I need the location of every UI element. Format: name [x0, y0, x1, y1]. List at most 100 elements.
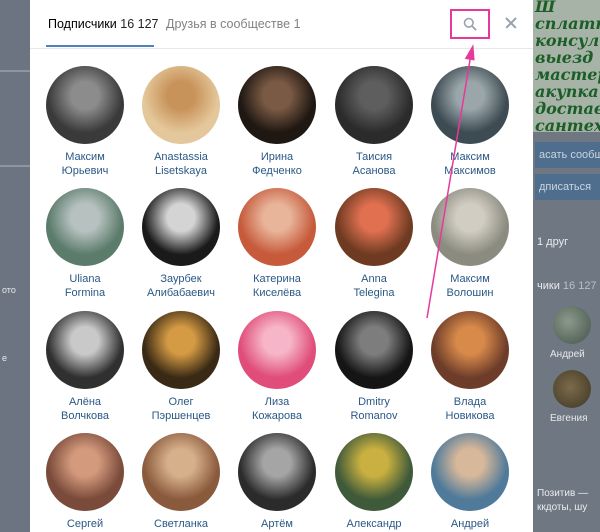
follower-first-name: Сергей — [66, 518, 104, 530]
follower-card[interactable]: Максим Максимов — [422, 66, 518, 178]
follower-first-name: Максим — [450, 151, 490, 163]
follower-name[interactable]: Андрей — [422, 517, 518, 531]
background-left-text: е — [2, 353, 8, 363]
follower-card[interactable]: Олег Пэршенцев — [133, 311, 229, 423]
follower-name[interactable]: Александр — [326, 517, 422, 531]
follower-first-name: Андрей — [450, 518, 490, 530]
follower-name[interactable]: Dmitry Romanov — [326, 395, 422, 423]
follower-first-name: Олег — [168, 396, 194, 408]
follower-name[interactable]: Максим Юрьевич — [37, 150, 133, 178]
follower-last-name: Romanov — [350, 410, 398, 422]
avatar[interactable] — [553, 306, 591, 344]
follower-card[interactable]: Ирина Федченко — [229, 66, 325, 178]
follower-last-name: Кожарова — [252, 410, 302, 422]
follower-name[interactable]: Uliana Formina — [37, 272, 133, 300]
follower-name[interactable]: Ирина Федченко — [229, 150, 325, 178]
follower-name[interactable]: Сергей — [37, 517, 133, 531]
avatar[interactable] — [431, 188, 509, 266]
follower-first-name: Влада — [453, 396, 487, 408]
follower-name[interactable]: Лиза Кожарова — [229, 395, 325, 423]
tab-friends-in-community[interactable]: Друзья в сообществе 1 — [166, 17, 301, 31]
follower-first-name: Uliana — [69, 273, 101, 285]
follower-name[interactable]: Светланка — [133, 517, 229, 531]
write-message-button[interactable]: асать сообщ — [535, 142, 600, 168]
follower-card[interactable]: Александр — [326, 433, 422, 531]
follower-card[interactable]: Uliana Formina — [37, 188, 133, 300]
follower-name[interactable]: Заурбек Алибабаевич — [133, 272, 229, 300]
avatar[interactable] — [431, 433, 509, 511]
follower-first-name: Anna — [361, 273, 387, 285]
tab-friends-label: Друзья в сообществе — [166, 17, 291, 31]
follower-card[interactable]: Сергей — [37, 433, 133, 531]
avatar[interactable] — [46, 188, 124, 266]
background-post-text: ккдоты, шу — [537, 502, 588, 513]
background-left-panel: ото е — [0, 0, 30, 532]
background-post-text: Позитив — — [537, 488, 589, 499]
tab-friends-count: 1 — [293, 17, 301, 31]
friend-name[interactable]: Андрей — [550, 349, 585, 360]
follower-card[interactable]: Светланка — [133, 433, 229, 531]
avatar[interactable] — [553, 370, 591, 408]
follower-card[interactable]: Катерина Киселёва — [229, 188, 325, 300]
follower-name[interactable]: Максим Максимов — [422, 150, 518, 178]
avatar[interactable] — [46, 66, 124, 144]
follower-name[interactable]: Максим Волошин — [422, 272, 518, 300]
avatar[interactable] — [142, 66, 220, 144]
follower-name[interactable]: Катерина Киселёва — [229, 272, 325, 300]
follower-card[interactable]: Влада Новикова — [422, 311, 518, 423]
avatar[interactable] — [142, 311, 220, 389]
follower-last-name: Lisetskaya — [155, 165, 207, 177]
follower-name[interactable]: Таисия Асанова — [326, 150, 422, 178]
follower-last-name: Новикова — [445, 410, 495, 422]
avatar[interactable] — [142, 188, 220, 266]
avatar[interactable] — [431, 66, 509, 144]
follower-name[interactable]: Anna Telegina — [326, 272, 422, 300]
follower-last-name: Алибабаевич — [146, 287, 216, 299]
follower-card[interactable]: Заурбек Алибабаевич — [133, 188, 229, 300]
avatar[interactable] — [335, 433, 413, 511]
avatar[interactable] — [238, 311, 316, 389]
avatar[interactable] — [335, 188, 413, 266]
follower-name[interactable]: Олег Пэршенцев — [133, 395, 229, 423]
follower-name[interactable]: Алёна Волчкова — [37, 395, 133, 423]
avatar[interactable] — [46, 311, 124, 389]
ad-banner-text: сантех — [535, 116, 600, 135]
avatar[interactable] — [46, 433, 124, 511]
follower-card[interactable]: Dmitry Romanov — [326, 311, 422, 423]
follower-card[interactable]: Лиза Кожарова — [229, 311, 325, 423]
avatar[interactable] — [238, 433, 316, 511]
tab-followers-count: 16 127 — [120, 17, 159, 31]
follower-first-name: Лиза — [264, 396, 290, 408]
avatar[interactable] — [238, 188, 316, 266]
follower-name[interactable]: Влада Новикова — [422, 395, 518, 423]
follower-first-name: Dmitry — [358, 396, 390, 408]
follower-first-name: Светланка — [154, 518, 208, 530]
follower-last-name: Киселёва — [252, 287, 302, 299]
follower-first-name: Катерина — [253, 273, 301, 285]
background-left-text: ото — [2, 285, 16, 295]
avatar[interactable] — [431, 311, 509, 389]
follower-name[interactable]: Артём — [229, 517, 325, 531]
follower-card[interactable]: Anastassia Lisetskaya — [133, 66, 229, 178]
avatar[interactable] — [142, 433, 220, 511]
friend-name[interactable]: Евгения — [550, 413, 588, 424]
follower-card[interactable]: Максим Юрьевич — [37, 66, 133, 178]
follower-card[interactable]: Андрей — [422, 433, 518, 531]
follower-name[interactable]: Anastassia Lisetskaya — [133, 150, 229, 178]
avatar[interactable] — [335, 311, 413, 389]
follower-last-name: Formina — [64, 287, 106, 299]
follower-card[interactable]: Максим Волошин — [422, 188, 518, 300]
follower-card[interactable]: Anna Telegina — [326, 188, 422, 300]
tab-followers[interactable]: Подписчики 16 127 — [48, 17, 158, 31]
tab-followers-label: Подписчики — [48, 17, 117, 31]
subscribe-button[interactable]: дписаться — [535, 174, 600, 200]
avatar[interactable] — [238, 66, 316, 144]
follower-card[interactable]: Алёна Волчкова — [37, 311, 133, 423]
close-icon[interactable] — [500, 12, 522, 34]
follower-card[interactable]: Таисия Асанова — [326, 66, 422, 178]
follower-card[interactable]: Артём — [229, 433, 325, 531]
follower-first-name: Алёна — [68, 396, 102, 408]
search-button[interactable] — [450, 9, 490, 39]
avatar[interactable] — [335, 66, 413, 144]
follower-last-name: Волошин — [446, 287, 494, 299]
